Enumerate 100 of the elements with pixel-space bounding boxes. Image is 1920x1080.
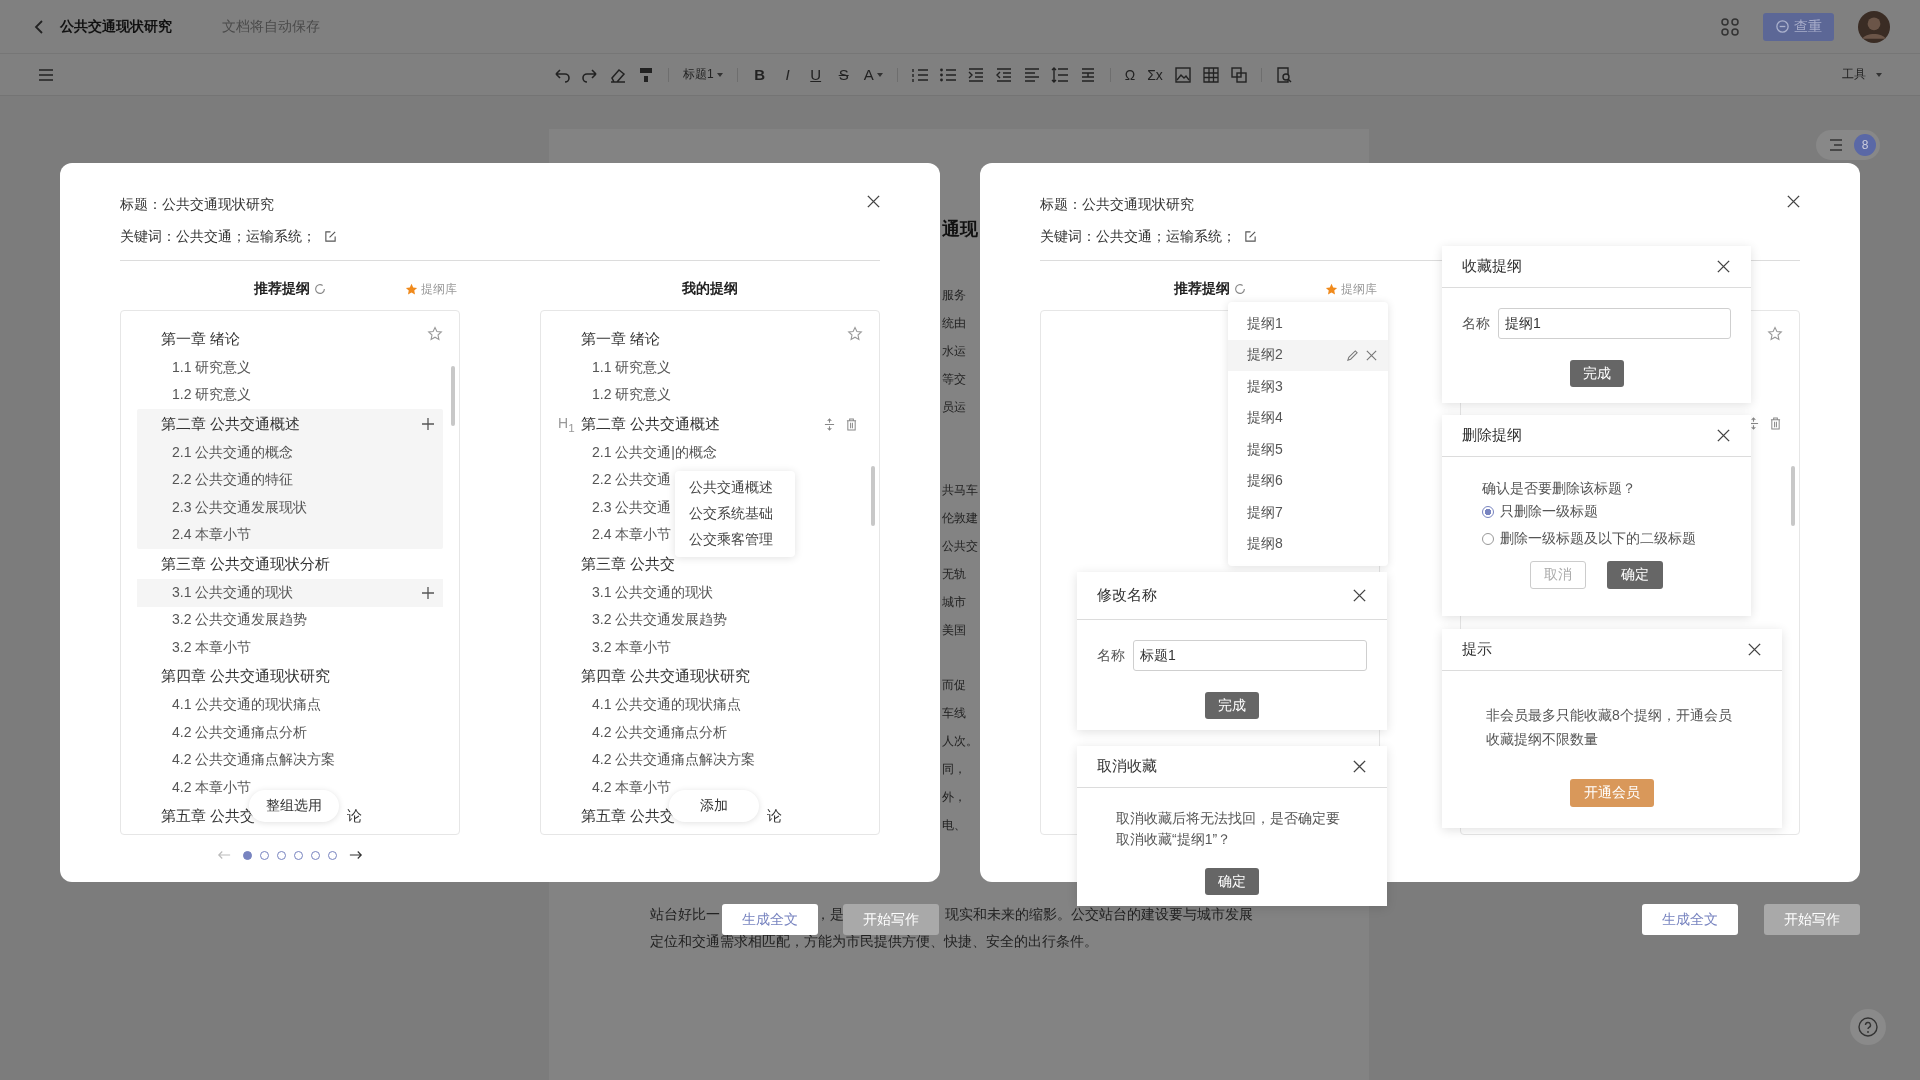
close-icon[interactable] bbox=[866, 194, 881, 209]
suggestion-item[interactable]: 公交乘客管理 bbox=[675, 527, 795, 553]
formula-button[interactable]: Σx bbox=[1145, 63, 1165, 86]
close-icon[interactable] bbox=[1747, 642, 1762, 657]
section-item[interactable]: 4.1 公共交通的现状痛点 bbox=[592, 696, 742, 715]
generate-button[interactable]: 生成全文 bbox=[1642, 904, 1738, 935]
chapter-item[interactable]: 论 bbox=[347, 807, 363, 826]
saved-outline-item[interactable]: 提纲5 bbox=[1228, 434, 1388, 466]
suggestion-item[interactable]: 公共交通概述 bbox=[675, 475, 795, 501]
saved-outline-item[interactable]: 提纲3 bbox=[1228, 371, 1388, 403]
chapter-item[interactable]: 第一章 绪论 bbox=[161, 329, 241, 349]
text-format-button[interactable]: U bbox=[805, 63, 826, 86]
section-item[interactable]: 4.2 公共交通痛点分析 bbox=[592, 723, 728, 742]
done-button[interactable]: 完成 bbox=[1569, 360, 1624, 387]
scrollbar[interactable] bbox=[871, 466, 875, 526]
avatar[interactable] bbox=[1858, 10, 1890, 43]
close-icon[interactable] bbox=[1352, 588, 1367, 603]
saved-outline-item[interactable]: 提纲4 bbox=[1228, 402, 1388, 434]
section-item[interactable]: 3.2 本章小节 bbox=[592, 638, 672, 657]
star-icon[interactable] bbox=[427, 326, 443, 342]
page-dot[interactable] bbox=[243, 850, 252, 860]
section-item[interactable]: 4.2 公共交通痛点解决方案 bbox=[172, 751, 336, 770]
text-format-button[interactable]: I bbox=[777, 63, 798, 86]
radio-button[interactable] bbox=[1482, 505, 1494, 518]
section-item[interactable]: 4.2 公共交通痛点分析 bbox=[172, 723, 308, 742]
section-item[interactable]: 1.1 研究意义 bbox=[592, 358, 672, 377]
section-item[interactable]: 2.2 公共交通的特征 bbox=[172, 471, 294, 490]
scrollbar[interactable] bbox=[1791, 466, 1795, 526]
section-item[interactable]: 2.2 公共交通 bbox=[592, 471, 672, 490]
chapter-item[interactable]: 第一章 绪论 bbox=[581, 329, 661, 349]
section-item[interactable]: 4.2 公共交通痛点解决方案 bbox=[592, 751, 756, 770]
text-format-button[interactable]: S bbox=[833, 63, 854, 86]
close-icon[interactable] bbox=[1786, 194, 1801, 209]
saved-outline-item[interactable]: 提纲7 bbox=[1228, 497, 1388, 529]
close-icon[interactable] bbox=[1352, 759, 1367, 774]
section-item[interactable]: 1.2 研究意义 bbox=[592, 386, 672, 405]
radio-label[interactable]: 只删除一级标题 bbox=[1500, 502, 1598, 521]
chapter-item[interactable]: 第四章 公共交通现状研究 bbox=[161, 667, 331, 686]
chapter-item[interactable]: 第二章 公共交通概述 bbox=[581, 414, 721, 434]
back-icon[interactable] bbox=[34, 18, 44, 35]
heading-style-dropdown[interactable]: 标题1 bbox=[681, 63, 725, 86]
section-item[interactable]: 4.2 本章小节 bbox=[172, 778, 252, 797]
close-icon[interactable] bbox=[1716, 428, 1731, 443]
section-item[interactable]: 2.3 公共交通 bbox=[592, 498, 672, 517]
generate-button[interactable]: 生成全文 bbox=[722, 904, 818, 935]
section-item[interactable]: 2.4 本章小节 bbox=[172, 526, 252, 545]
delete-icon[interactable] bbox=[1770, 417, 1781, 430]
shapes-icon[interactable] bbox=[1228, 64, 1249, 85]
section-item[interactable]: 1.1 研究意义 bbox=[172, 358, 252, 377]
section-item[interactable]: 3.1 公共交通的现状 bbox=[592, 583, 714, 602]
chapter-item[interactable]: 第三章 公共交通现状分析 bbox=[161, 554, 331, 574]
next-arrow-icon[interactable] bbox=[349, 850, 363, 860]
apps-icon[interactable] bbox=[1720, 16, 1740, 37]
table-icon[interactable] bbox=[1200, 64, 1221, 85]
name-field[interactable]: 标题1 bbox=[1133, 640, 1367, 671]
section-item[interactable]: 3.2 公共交通发展趋势 bbox=[172, 611, 308, 630]
help-icon[interactable] bbox=[1850, 1009, 1886, 1045]
delete-icon[interactable] bbox=[846, 417, 857, 431]
section-item[interactable]: 4.2 本章小节 bbox=[592, 778, 672, 797]
section-item[interactable]: 3.2 本章小节 bbox=[172, 638, 252, 657]
add-icon[interactable] bbox=[422, 418, 434, 430]
section-item[interactable]: 2.3 公共交通发展现状 bbox=[172, 498, 308, 517]
section-item[interactable]: 2.4 本章小节 bbox=[592, 526, 672, 545]
sort-icon[interactable] bbox=[824, 417, 835, 431]
star-icon[interactable] bbox=[1767, 326, 1783, 342]
close-icon[interactable] bbox=[1716, 259, 1731, 274]
edit-icon[interactable] bbox=[324, 229, 337, 243]
text-format-button[interactable]: A bbox=[861, 63, 885, 86]
section-item[interactable]: 2.1 公共交通|的概念 bbox=[592, 443, 717, 462]
chapter-item[interactable]: 第四章 公共交通现状研究 bbox=[581, 667, 751, 686]
saved-outline-item[interactable]: 提纲8 bbox=[1228, 528, 1388, 560]
saved-outline-item[interactable]: 提纲1 bbox=[1228, 308, 1388, 340]
confirm-button[interactable]: 确定 bbox=[1607, 561, 1663, 589]
star-icon[interactable] bbox=[847, 326, 863, 342]
section-item[interactable]: 1.2 研究意义 bbox=[172, 386, 252, 405]
section-item[interactable]: 4.1 公共交通的现状痛点 bbox=[172, 696, 322, 715]
text-format-button[interactable]: B bbox=[749, 63, 770, 86]
refresh-icon[interactable] bbox=[1232, 282, 1247, 296]
confirm-button[interactable]: 确定 bbox=[1205, 868, 1259, 895]
edit-icon[interactable] bbox=[1244, 229, 1257, 243]
section-item[interactable]: 3.2 公共交通发展趋势 bbox=[592, 611, 728, 630]
pencil-icon[interactable] bbox=[1346, 348, 1359, 362]
scrollbar[interactable] bbox=[451, 366, 455, 426]
saved-outline-item[interactable]: 提纲6 bbox=[1228, 465, 1388, 497]
add-icon[interactable] bbox=[422, 586, 434, 599]
name-field[interactable]: 提纲1 bbox=[1498, 308, 1731, 339]
chapter-item[interactable]: 第二章 公共交通概述 bbox=[161, 414, 301, 434]
special-character-button[interactable]: Ω bbox=[1122, 63, 1138, 86]
sort-icon[interactable] bbox=[1748, 417, 1759, 430]
saved-outline-item[interactable]: 提纲2 bbox=[1228, 339, 1388, 371]
done-button[interactable]: 完成 bbox=[1205, 692, 1259, 719]
radio-label[interactable]: 删除一级标题及以下的二级标题 bbox=[1500, 529, 1696, 548]
image-icon[interactable] bbox=[1172, 64, 1193, 85]
previous-arrow-icon[interactable] bbox=[217, 850, 231, 860]
refresh-icon[interactable] bbox=[312, 282, 327, 296]
section-item[interactable]: 2.1 公共交通的概念 bbox=[172, 443, 294, 462]
suggestion-item[interactable]: 公交系统基础 bbox=[675, 501, 795, 527]
chapter-item[interactable]: 论 bbox=[767, 807, 783, 826]
tools-menu[interactable]: 工具 bbox=[1840, 63, 1884, 86]
chapter-item[interactable]: 第三章 公共交 bbox=[581, 554, 676, 574]
